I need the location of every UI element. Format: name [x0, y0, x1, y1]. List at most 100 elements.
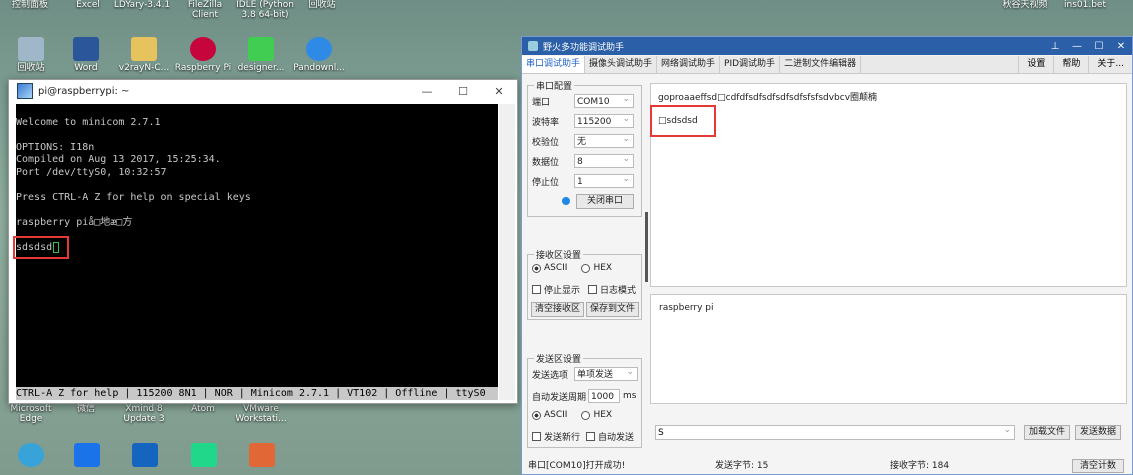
maximize-button[interactable]: ☐: [1088, 41, 1110, 52]
desktop-icon-wechat[interactable]: 微信: [55, 404, 117, 414]
desktop-icon-pycharm[interactable]: [191, 443, 217, 469]
send-options-row: 发送新行 自动发送: [532, 430, 634, 443]
auto-period-input[interactable]: 1000: [588, 387, 621, 403]
desktop-icon-vmware[interactable]: VMware Workstati...: [230, 404, 292, 424]
designer-icon: [248, 37, 274, 61]
desktop-icon-xmind[interactable]: Xmind 8 Update 3: [113, 404, 175, 424]
tab-binary-editor[interactable]: 二进制文件编辑器: [780, 56, 862, 73]
recv-options-row: 停止显示 日志模式: [532, 283, 636, 296]
terminal-line: OPTIONS: I18n: [16, 141, 95, 153]
app-icon-3: [132, 443, 158, 467]
raspberry-icon: [190, 37, 216, 61]
tab-camera[interactable]: 摄像头调试助手: [585, 56, 658, 73]
save-to-file-button[interactable]: 保存到文件: [586, 302, 639, 317]
send-option-label: 发送选项: [532, 370, 569, 381]
send-hex-radio[interactable]: [581, 410, 591, 420]
tab-pid[interactable]: PID调试助手: [720, 56, 781, 73]
desktop-icon-raspberry-pi[interactable]: Raspberry Pi: [172, 37, 234, 73]
terminal-screen[interactable]: Welcome to minicom 2.7.1 OPTIONS: I18n C…: [16, 104, 498, 400]
desktop-label-excel[interactable]: Excel: [58, 0, 118, 10]
tab-serial[interactable]: 串口调试助手: [522, 56, 586, 73]
terminal-line: raspberry piå□地æ□方: [16, 216, 133, 228]
terminal-line: Port /dev/ttyS0, 10:32:57: [16, 166, 167, 178]
databits-row: 数据位 8: [532, 152, 634, 168]
send-config-legend: 发送区设置: [534, 352, 584, 365]
desktop-icon-designer[interactable]: designer...: [230, 37, 292, 73]
desktop-icon-label: designer...: [237, 63, 285, 73]
desktop-label-filezilla[interactable]: FileZilla Client: [175, 0, 235, 20]
maximize-button[interactable]: ☐: [445, 85, 481, 98]
desktop-icon-atom[interactable]: Atom: [172, 404, 234, 414]
about-tab[interactable]: 关于...: [1088, 56, 1132, 73]
desktop-icon-v2rayn[interactable]: v2rayN-C...: [113, 37, 175, 73]
auto-send-checkbox[interactable]: [586, 432, 596, 441]
desktop-icon-edge[interactable]: Microsoft Edge: [0, 404, 62, 424]
send-ascii-radio[interactable]: [532, 410, 541, 420]
send-ascii-label: ASCII: [544, 410, 568, 420]
putty-window[interactable]: pi@raspberrypi: ~ — ☐ ✕ Welcome to minic…: [8, 79, 518, 404]
terminal-line: Compiled on Aug 13 2017, 15:25:34.: [16, 154, 221, 165]
send-textarea[interactable]: raspberry pi: [650, 294, 1127, 404]
desktop-icon-matlab[interactable]: [249, 443, 275, 469]
desktop-label-video[interactable]: 秋谷天视频: [995, 0, 1055, 10]
clear-recv-button[interactable]: 清空接收区: [531, 302, 584, 317]
close-port-button[interactable]: 关闭串口: [576, 194, 634, 209]
sent-bytes: 发送字节: 15: [715, 461, 769, 471]
cloud-icon: [306, 37, 332, 61]
close-button[interactable]: ✕: [481, 85, 517, 98]
status-bar: 串口[COM10]打开成功! 发送字节: 15 接收字节: 184 清空计数: [522, 458, 1132, 474]
desktop-icon-label: Pandownl...: [293, 63, 345, 73]
recv-ascii-radio[interactable]: [532, 263, 541, 273]
desktop-label-control-panel[interactable]: 控制面板: [0, 0, 60, 10]
close-button[interactable]: ✕: [1110, 41, 1132, 52]
desktop-icon-app-1[interactable]: [18, 443, 44, 469]
databits-select[interactable]: 8: [574, 152, 634, 168]
parity-label: 校验位: [532, 137, 560, 148]
recv-textarea[interactable]: goproaaeffsd□cdfdfsdfsdfsdfsdfsfsfsdvbcv…: [650, 83, 1127, 287]
terminal-line: Welcome to minicom 2.7.1: [16, 116, 161, 128]
desktop-icon-app-3[interactable]: [132, 443, 158, 469]
send-data-button[interactable]: 发送数据: [1075, 425, 1121, 440]
desktop-icon-label: v2rayN-C...: [118, 63, 170, 73]
desktop-icon-app-2[interactable]: [74, 443, 100, 469]
recv-text-line: goproaaeffsd□cdfdfsdfsdfsdfsdfsfsfsdvbcv…: [658, 93, 878, 103]
serial-assistant-window[interactable]: 野火多功能调试助手 ⊥ — ☐ ✕ 串口调试助手 摄像头调试助手 网络调试助手 …: [521, 36, 1133, 475]
desktop-icon-label: Word: [74, 63, 98, 73]
tab-network[interactable]: 网络调试助手: [657, 56, 721, 73]
recv-hex-radio[interactable]: [581, 263, 591, 273]
clear-count-button[interactable]: 清空计数: [1072, 459, 1124, 473]
minimize-button[interactable]: —: [1066, 41, 1088, 52]
pin-button[interactable]: ⊥: [1044, 41, 1066, 52]
log-mode-checkbox[interactable]: [588, 285, 598, 294]
parity-select[interactable]: 无: [574, 132, 634, 148]
baud-select[interactable]: 115200: [574, 112, 634, 128]
putty-titlebar[interactable]: pi@raspberrypi: ~ — ☐ ✕: [9, 80, 517, 102]
desktop-icon-label: 回收站: [17, 63, 45, 73]
terminal-line: Press CTRL-A Z for help on special keys: [16, 191, 251, 203]
word-icon: [73, 37, 99, 61]
help-tab[interactable]: 帮助: [1053, 56, 1088, 73]
load-file-button[interactable]: 加载文件: [1024, 425, 1070, 440]
send-text: raspberry pi: [659, 303, 714, 313]
send-newline-checkbox[interactable]: [532, 432, 541, 441]
serial-titlebar[interactable]: 野火多功能调试助手 ⊥ — ☐ ✕: [522, 37, 1132, 55]
pause-display-checkbox[interactable]: [532, 285, 541, 294]
port-select[interactable]: COM10: [574, 92, 634, 108]
minimize-button[interactable]: —: [409, 85, 445, 98]
desktop-label-recycle[interactable]: 回收站: [292, 0, 352, 10]
left-panel-scrollbar[interactable]: [645, 212, 648, 282]
desktop-label-ldyary[interactable]: LDYary-3.4.1: [112, 0, 172, 10]
stopbits-select[interactable]: 1: [574, 172, 634, 188]
putty-icon: [17, 83, 33, 99]
desktop-icon-word[interactable]: Word: [55, 37, 117, 73]
send-option-select[interactable]: 单项发送: [574, 365, 638, 381]
desktop-icon-recycle-bin[interactable]: 回收站: [0, 37, 62, 73]
terminal-scrollbar[interactable]: [499, 104, 515, 400]
desktop-icon-pandownload[interactable]: Pandownl...: [288, 37, 350, 73]
baud-label: 波特率: [532, 117, 560, 128]
desktop-label-idle[interactable]: IDLE (Python 3.8 64-bit): [230, 0, 300, 20]
desktop-label-bet[interactable]: ins01.bet: [1055, 0, 1115, 10]
send-input-select[interactable]: S: [655, 423, 1015, 440]
settings-tab[interactable]: 设置: [1018, 56, 1053, 73]
